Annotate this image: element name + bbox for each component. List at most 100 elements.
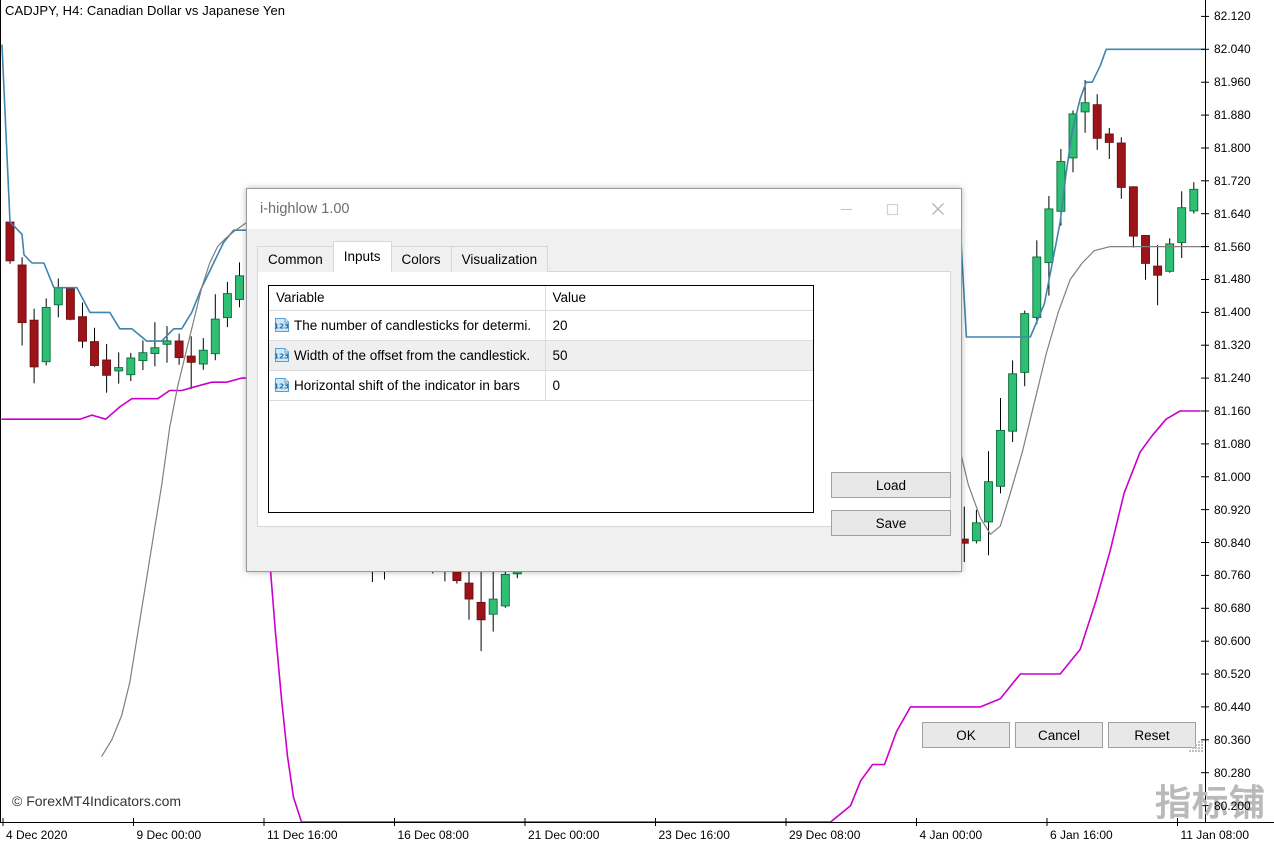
parameter-name-text: The number of candlesticks for determi..… (294, 317, 530, 333)
candle-body (17, 264, 27, 324)
maximize-icon (886, 203, 898, 215)
grip-dot (1198, 744, 1200, 746)
price-axis-label: 82.040 (1214, 42, 1251, 57)
parameter-value-cell[interactable]: 20 (545, 310, 813, 341)
candle-body (53, 287, 63, 306)
tab-common[interactable]: Common (257, 246, 334, 272)
parameter-value-cell[interactable]: 0 (545, 370, 813, 401)
tab-inputs[interactable]: Inputs (332, 241, 392, 272)
minimize-button[interactable] (823, 189, 869, 229)
candle-body (1104, 133, 1114, 143)
indicator-properties-dialog[interactable]: i-highlow 1.00 Common Inputs Colors Visu… (246, 188, 1203, 752)
parameters-table: Variable Value 123 The number of candles… (269, 286, 813, 401)
number-input-icon: 123 (274, 318, 289, 332)
parameter-name-text: Width of the offset from the candlestick… (294, 347, 530, 363)
tab-inputs-label: Inputs (343, 249, 381, 264)
grip-dot (1192, 747, 1194, 749)
parameter-value-cell[interactable]: 50 (545, 340, 813, 371)
price-axis-label: 81.480 (1214, 272, 1251, 287)
price-axis-label: 81.720 (1214, 173, 1251, 188)
candle-body (198, 349, 208, 365)
candle-body (78, 316, 87, 342)
parameter-name-cell[interactable]: 123 Horizontal shift of the indicator in… (269, 370, 546, 401)
window-controls (823, 189, 961, 229)
candle-body (150, 347, 160, 354)
price-axis-label: 80.840 (1214, 535, 1251, 550)
column-header-variable[interactable]: Variable (269, 286, 546, 311)
candle-body (500, 573, 510, 607)
parameter-name-text: Horizontal shift of the indicator in bar… (294, 377, 520, 393)
time-axis-label: 21 Dec 00:00 (528, 828, 600, 842)
candle-body (174, 340, 184, 359)
price-axis-label: 80.760 (1214, 568, 1251, 583)
candle-body (488, 598, 498, 615)
price-axis-label: 80.200 (1214, 798, 1251, 813)
save-button[interactable]: Save (831, 510, 951, 536)
candle-body (1032, 256, 1042, 318)
grip-dot (1201, 750, 1203, 752)
table-row[interactable]: 123 Horizontal shift of the indicator in… (269, 370, 813, 401)
price-axis-label: 81.160 (1214, 404, 1251, 418)
dialog-body: Common Inputs Colors Visualization Varia… (247, 229, 961, 571)
candle-body (90, 341, 99, 366)
candle-body (1177, 207, 1187, 243)
ok-button[interactable]: OK (922, 722, 1010, 748)
column-header-value[interactable]: Value (545, 286, 813, 311)
price-axis-label: 80.520 (1214, 667, 1251, 682)
grip-dot (1201, 741, 1203, 743)
candle-body (1080, 102, 1090, 113)
grip-dot (1201, 744, 1203, 746)
tab-colors-label: Colors (401, 252, 441, 267)
close-button[interactable] (915, 189, 961, 229)
price-axis-label: 81.800 (1214, 140, 1251, 155)
candle-body (162, 340, 172, 345)
close-icon (932, 203, 944, 215)
candle-body (1056, 161, 1066, 212)
tab-visualization-label: Visualization (461, 252, 538, 267)
candle-body (1044, 208, 1054, 264)
load-button[interactable]: Load (831, 472, 951, 498)
grip-dot (1201, 747, 1203, 749)
candle-body (1008, 373, 1018, 432)
grip-dot (1195, 744, 1197, 746)
candle-body (476, 601, 486, 621)
table-row[interactable]: 123 The number of candlesticks for deter… (269, 310, 813, 341)
tab-colors[interactable]: Colors (390, 246, 452, 272)
candle-body (1141, 235, 1150, 264)
time-axis-label: 9 Dec 00:00 (136, 828, 202, 842)
candle-body (464, 582, 474, 600)
parameter-name-cell[interactable]: 123 Width of the offset from the candles… (269, 340, 546, 371)
candle-body (41, 307, 51, 363)
time-axis-label: 4 Jan 00:00 (919, 828, 983, 842)
table-row[interactable]: 123 Width of the offset from the candles… (269, 340, 813, 371)
parameter-name-cell[interactable]: 123 The number of candlesticks for deter… (269, 310, 546, 341)
candle-body (29, 319, 39, 368)
price-axis-label: 81.240 (1214, 371, 1251, 386)
candle-body (996, 429, 1005, 487)
price-axis-label: 80.600 (1214, 634, 1251, 649)
candle-body (210, 318, 220, 355)
time-axis-label: 6 Jan 16:00 (1050, 828, 1113, 842)
candle-body (235, 275, 244, 300)
grip-dot (1195, 750, 1197, 752)
cancel-button[interactable]: Cancel (1015, 722, 1103, 748)
price-axis-label: 80.360 (1214, 732, 1251, 747)
reset-button[interactable]: Reset (1108, 722, 1196, 748)
maximize-button[interactable] (869, 189, 915, 229)
candle-body (222, 293, 232, 319)
time-axis-label: 4 Dec 2020 (6, 828, 68, 842)
number-input-icon: 123 (274, 378, 289, 392)
candle-body (1189, 188, 1199, 212)
dialog-titlebar[interactable]: i-highlow 1.00 (247, 189, 961, 229)
price-axis-label: 81.640 (1214, 206, 1251, 221)
inputs-tab-panel: Variable Value 123 The number of candles… (257, 271, 951, 536)
resize-grip[interactable] (1189, 741, 1203, 755)
time-axis-label: 11 Dec 16:00 (267, 828, 338, 842)
parameters-table-container[interactable]: Variable Value 123 The number of candles… (268, 285, 814, 513)
grip-dot (1192, 750, 1194, 752)
candle-body (1092, 104, 1102, 139)
price-axis-label: 80.920 (1214, 502, 1251, 517)
tab-visualization[interactable]: Visualization (450, 246, 549, 272)
price-axis-label: 82.120 (1214, 9, 1251, 24)
candle-body (971, 522, 981, 542)
